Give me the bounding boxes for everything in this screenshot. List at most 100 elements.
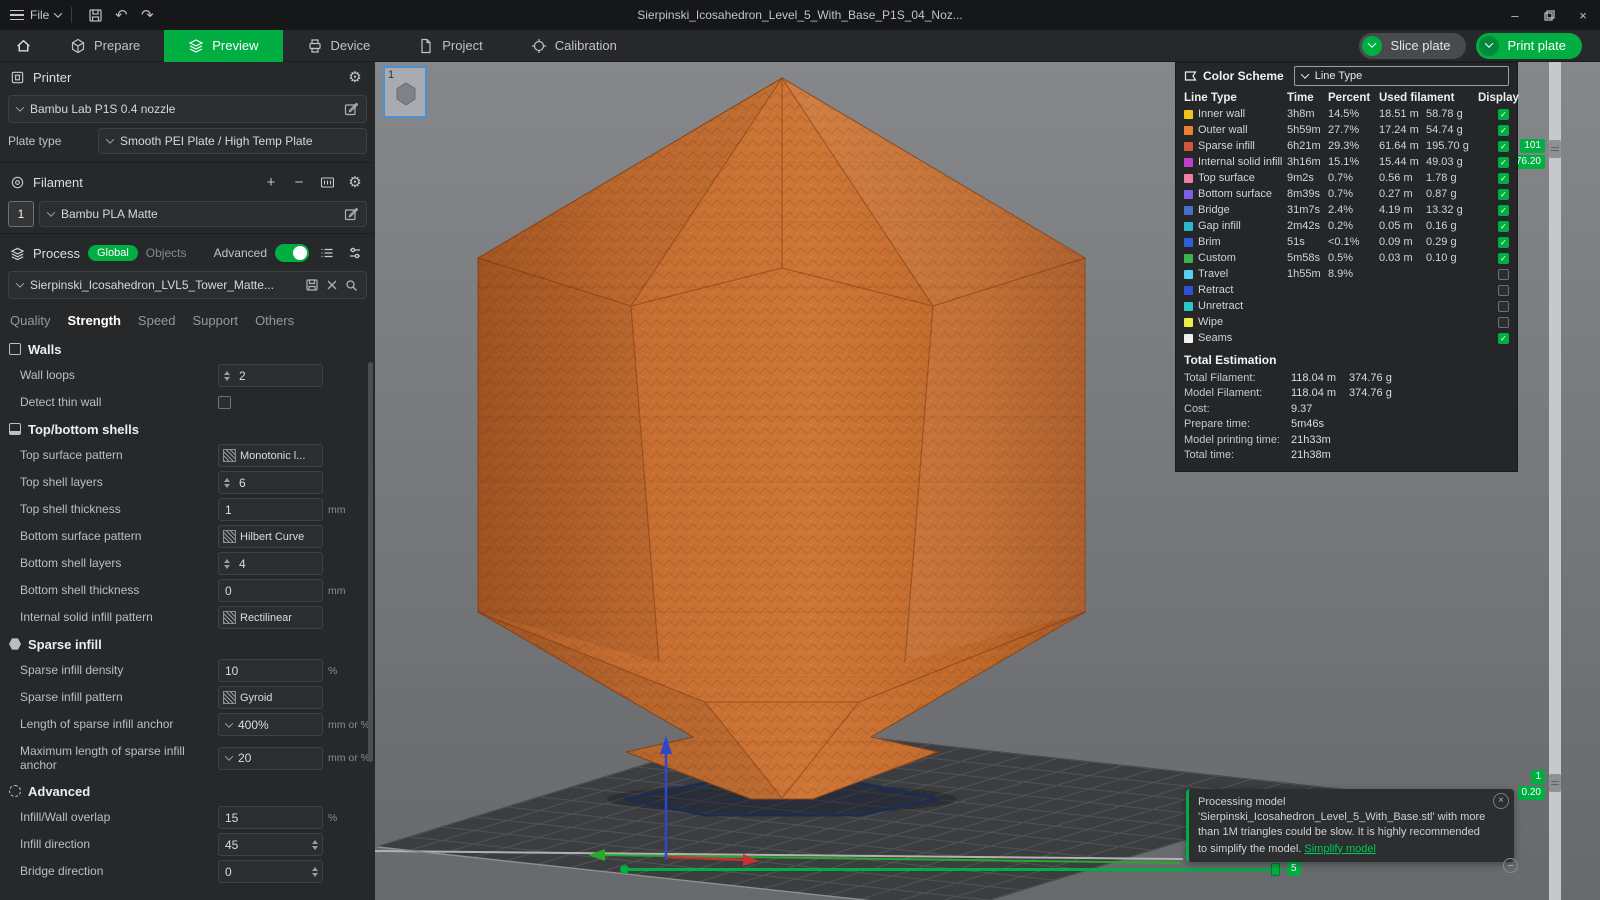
ams-filament-icon[interactable]: [317, 172, 337, 192]
printer-preset-dropdown[interactable]: Bambu Lab P1S 0.4 nozzle: [8, 95, 367, 123]
print-plate-button[interactable]: Print plate: [1476, 33, 1582, 59]
search-icon[interactable]: [345, 279, 358, 292]
save-project-icon[interactable]: [82, 2, 108, 28]
process-section-header: Process Global Objects Advanced: [0, 238, 375, 268]
param-checkbox[interactable]: [218, 396, 231, 409]
layer-slider-bottom-handle[interactable]: [1549, 774, 1561, 792]
tab-device[interactable]: Device: [283, 30, 395, 62]
spin-input-control[interactable]: 0: [218, 860, 323, 883]
simplify-model-link[interactable]: Simplify model: [1304, 842, 1376, 857]
display-checkbox[interactable]: ✓: [1498, 125, 1509, 136]
move-slider[interactable]: 5: [623, 862, 1305, 878]
filament-index-badge[interactable]: 1: [8, 201, 34, 227]
divider: [0, 162, 375, 163]
tab-strength[interactable]: Strength: [67, 313, 120, 328]
objects-list-icon[interactable]: [317, 243, 337, 263]
edit-icon[interactable]: [344, 207, 358, 221]
maximize-button[interactable]: [1532, 0, 1566, 30]
display-checkbox[interactable]: ✓: [1498, 253, 1509, 264]
spinner-control[interactable]: 6: [218, 471, 323, 494]
plate-thumbnail[interactable]: 1: [383, 66, 427, 118]
param-row: Top surface patternMonotonic l...: [0, 442, 375, 469]
remove-filament-button[interactable]: −: [289, 172, 309, 192]
process-section-title: Process: [33, 246, 80, 261]
pattern-control[interactable]: Hilbert Curve: [218, 525, 323, 548]
dropdown-control[interactable]: 400%: [218, 713, 323, 736]
process-settings-icon[interactable]: [345, 243, 365, 263]
display-checkbox[interactable]: ✓: [1498, 221, 1509, 232]
pattern-control[interactable]: Monotonic l...: [218, 444, 323, 467]
input-control[interactable]: 1: [218, 498, 323, 521]
display-checkbox[interactable]: ✓: [1498, 189, 1509, 200]
filament-preset-dropdown[interactable]: Bambu PLA Matte: [39, 201, 367, 227]
spinner-arrows[interactable]: [312, 840, 318, 850]
spin-up-icon: [312, 840, 318, 844]
spinner-control[interactable]: 2: [218, 364, 323, 387]
display-checkbox[interactable]: [1498, 269, 1509, 280]
display-checkbox[interactable]: ✓: [1498, 141, 1509, 152]
spin-input-control[interactable]: 45: [218, 833, 323, 856]
process-global-tab[interactable]: Global: [88, 245, 138, 261]
display-checkbox[interactable]: ✓: [1498, 333, 1509, 344]
tab-calibration[interactable]: Calibration: [507, 30, 641, 62]
display-checkbox[interactable]: [1498, 301, 1509, 312]
display-checkbox[interactable]: ✓: [1498, 173, 1509, 184]
view-type-dropdown[interactable]: Line Type: [1294, 66, 1509, 86]
input-control[interactable]: 0: [218, 579, 323, 602]
minimize-button[interactable]: –: [1498, 0, 1532, 30]
display-checkbox[interactable]: ✓: [1498, 205, 1509, 216]
display-checkbox[interactable]: [1498, 317, 1509, 328]
tab-label: Project: [442, 38, 482, 53]
tab-others[interactable]: Others: [255, 313, 294, 328]
spinner-arrows[interactable]: [224, 371, 230, 381]
dropdown-control[interactable]: 20: [218, 747, 323, 770]
tab-quality[interactable]: Quality: [10, 313, 50, 328]
spinner-arrows[interactable]: [312, 867, 318, 877]
input-control[interactable]: 10: [218, 659, 323, 682]
undo-icon[interactable]: ↶: [108, 2, 134, 28]
display-checkbox[interactable]: ✓: [1498, 237, 1509, 248]
process-preset-dropdown[interactable]: Sierpinski_Icosahedron_LVL5_Tower_Matte.…: [8, 271, 367, 299]
display-checkbox[interactable]: ✓: [1498, 109, 1509, 120]
plate-type-label: Plate type: [8, 134, 92, 148]
value-text: 4: [233, 557, 246, 571]
printer-settings-gear-icon[interactable]: ⚙: [345, 67, 365, 87]
file-menu[interactable]: File: [0, 8, 61, 22]
spinner-arrows[interactable]: [224, 478, 230, 488]
add-filament-button[interactable]: +: [261, 172, 281, 192]
plate-type-dropdown[interactable]: Smooth PEI Plate / High Temp Plate: [98, 128, 367, 154]
pattern-control[interactable]: Rectilinear: [218, 606, 323, 629]
spin-up-icon: [224, 559, 230, 563]
value-text: Rectilinear: [240, 612, 292, 624]
save-preset-icon[interactable]: [305, 278, 319, 292]
display-checkbox[interactable]: [1498, 285, 1509, 296]
pattern-control[interactable]: Gyroid: [218, 686, 323, 709]
filament-settings-gear-icon[interactable]: ⚙: [345, 172, 365, 192]
sidebar-scrollbar[interactable]: [368, 362, 373, 762]
tab-speed[interactable]: Speed: [138, 313, 176, 328]
edit-icon[interactable]: [344, 102, 358, 116]
notification-close-icon[interactable]: ×: [1493, 793, 1509, 809]
move-slider-track[interactable]: [623, 868, 1283, 871]
print-options-icon[interactable]: [1479, 36, 1499, 56]
home-tab[interactable]: [0, 30, 46, 62]
slice-options-icon[interactable]: [1362, 36, 1382, 56]
move-slider-handle[interactable]: [1271, 863, 1280, 876]
spinner-control[interactable]: 4: [218, 552, 323, 575]
tab-prepare[interactable]: Prepare: [46, 30, 164, 62]
tab-project[interactable]: Project: [394, 30, 506, 62]
display-checkbox[interactable]: ✓: [1498, 157, 1509, 168]
left-sidebar: Printer ⚙ Bambu Lab P1S 0.4 nozzle Plate…: [0, 62, 375, 900]
advanced-mode-toggle[interactable]: [275, 244, 309, 262]
close-button[interactable]: ×: [1566, 0, 1600, 30]
spinner-arrows[interactable]: [224, 559, 230, 569]
slice-plate-button[interactable]: Slice plate: [1359, 33, 1466, 59]
tab-support[interactable]: Support: [193, 313, 239, 328]
close-icon[interactable]: [326, 279, 338, 291]
layer-slider-top-handle[interactable]: [1549, 140, 1561, 158]
redo-icon[interactable]: ↷: [134, 2, 160, 28]
input-control[interactable]: 15: [218, 806, 323, 829]
tab-preview[interactable]: Preview: [164, 30, 282, 62]
process-objects-tab[interactable]: Objects: [146, 246, 187, 260]
collapse-notifications-icon[interactable]: −: [1503, 858, 1518, 873]
